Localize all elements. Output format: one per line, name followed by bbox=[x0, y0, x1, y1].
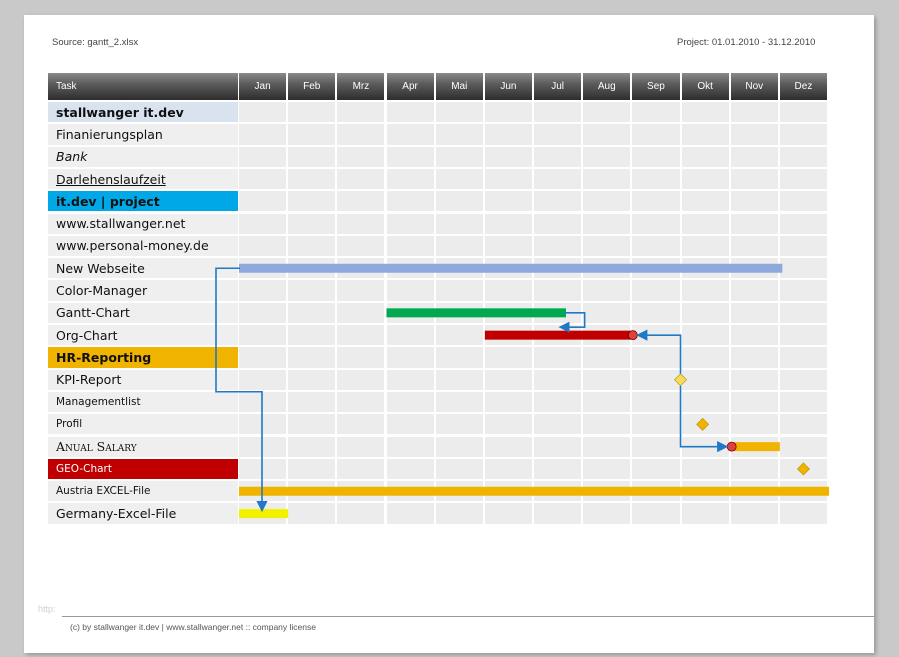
bar-gantt-chart bbox=[386, 308, 566, 318]
page: Source: gantt_2.xlsx Project: 01.01.2010… bbox=[0, 0, 899, 657]
dependency-new-webseite-germany bbox=[215, 267, 268, 513]
milestone-diamond bbox=[674, 373, 687, 387]
milestone-diamond bbox=[696, 417, 710, 431]
dependency-kpi-salary bbox=[679, 385, 729, 453]
dependency-kpi-org bbox=[636, 329, 682, 374]
bar-anual-salary bbox=[730, 442, 780, 452]
gantt-overlay bbox=[215, 263, 830, 519]
bar-org-chart bbox=[484, 330, 635, 340]
bar-germany-excel-file bbox=[239, 509, 289, 519]
anual-salary-start-marker bbox=[726, 441, 737, 452]
footer-watermark: http: bbox=[38, 604, 56, 614]
footer-rule bbox=[62, 616, 874, 617]
org-chart-end-marker bbox=[627, 330, 638, 341]
footer-copyright: (c) by stallwanger it.dev | www.stallwan… bbox=[70, 622, 316, 632]
bar-austria-excel-file bbox=[239, 486, 830, 496]
bar-new-webseite bbox=[239, 263, 783, 273]
milestone-diamond bbox=[797, 462, 810, 476]
